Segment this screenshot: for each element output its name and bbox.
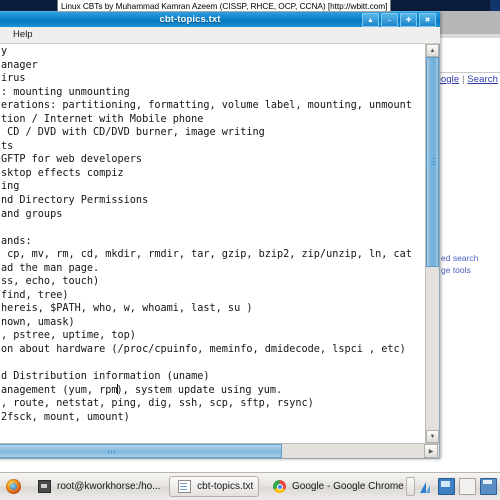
- google-link-separator: |: [461, 74, 465, 85]
- minimize-button[interactable]: –: [381, 13, 398, 27]
- horizontal-scroll-thumb[interactable]: [0, 444, 282, 458]
- text-line: ing: [1, 181, 20, 193]
- firefox-icon[interactable]: [5, 479, 21, 494]
- text-line: nown, umask): [1, 316, 75, 328]
- advanced-search-link[interactable]: ed search: [441, 252, 478, 264]
- text-line: , pstree, uptime, top): [1, 330, 136, 342]
- taskbar-item-terminal[interactable]: root@kworkhorse:/ho...: [30, 476, 163, 497]
- close-button[interactable]: ✖: [419, 13, 436, 27]
- text-line: cp, mv, rm, cd, mkdir, rmdir, tar, gzip,…: [1, 249, 412, 261]
- text-line: [0, 221, 425, 235]
- text-line: anager: [1, 59, 38, 71]
- taskbar-item-label: cbt-topics.txt: [197, 481, 254, 492]
- language-tools-link[interactable]: ge tools: [441, 264, 478, 276]
- scroll-thumb-grip: [431, 158, 436, 166]
- text-line: , route, netstat, ping, dig, ssh, scp, s…: [1, 398, 314, 410]
- scroll-right-button[interactable]: ▶: [424, 444, 438, 458]
- taskbar-item-chrome[interactable]: Google - Google Chrome: [265, 476, 406, 497]
- window-controls[interactable]: ▲ – ✚ ✖: [362, 13, 436, 27]
- recording-banner-text: Linux CBTs by Muhammad Kamran Azeem (CIS…: [61, 0, 388, 11]
- text-document-area[interactable]: y anager irus: mounting unmounting erations…: [0, 44, 425, 443]
- text-line: ad the man page.: [1, 262, 100, 274]
- taskbar[interactable]: root@kworkhorse:/ho... cbt-topics.txt Go…: [0, 472, 500, 500]
- text-line: 2fsck, mount, umount): [1, 411, 130, 423]
- taskbar-item-cbt-topics[interactable]: cbt-topics.txt: [169, 476, 259, 497]
- text-line: y: [1, 46, 8, 57]
- desktop-screen: oogle | Search ed search ge tools Image …: [0, 0, 500, 500]
- text-line: : mounting unmounting: [1, 86, 130, 98]
- scroll-down-button[interactable]: ▼: [426, 430, 439, 443]
- text-line: CD / DVD with CD/DVD burner, image writi…: [1, 127, 265, 139]
- text-file-icon: [178, 480, 192, 493]
- display-icon[interactable]: [438, 478, 455, 495]
- menu-bar[interactable]: h Options Help: [0, 27, 440, 44]
- window-title: cbt-topics.txt: [159, 14, 221, 25]
- scroll-up-button[interactable]: ▲: [426, 44, 439, 57]
- google-links-rule: [436, 72, 500, 73]
- menu-item-help[interactable]: Help: [6, 28, 40, 42]
- blank-panel-icon[interactable]: [459, 478, 476, 495]
- vertical-scroll-thumb[interactable]: [426, 57, 439, 267]
- text-line: d Distribution information (uname): [1, 371, 210, 383]
- taskbar-launcher[interactable]: [0, 479, 26, 494]
- text-line: ts: [1, 140, 14, 152]
- text-line: [0, 357, 425, 371]
- maximize-button[interactable]: ✚: [400, 13, 417, 27]
- system-tray[interactable]: [406, 477, 500, 496]
- text-line: ands:: [1, 235, 32, 247]
- taskbar-item-label: Google - Google Chrome: [292, 481, 404, 492]
- recording-banner-right-fill: [490, 0, 500, 11]
- text-line: hereis, $PATH, who, w, whoami, last, su …: [1, 303, 253, 315]
- text-caret: [116, 383, 118, 394]
- shade-button[interactable]: ▲: [362, 13, 379, 27]
- window-titlebar[interactable]: cbt-topics.txt ▲ – ✚ ✖: [0, 11, 440, 27]
- text-line: ss, echo, touch): [1, 276, 100, 288]
- vertical-scrollbar[interactable]: ▲ ▼: [425, 44, 439, 443]
- editor-body: y anager irus: mounting unmounting erations…: [0, 44, 440, 459]
- text-line: and groups: [1, 208, 63, 220]
- text-line: anagement (yum, rpm), system update usin…: [1, 383, 283, 396]
- google-side-links[interactable]: ed search ge tools: [441, 252, 478, 276]
- text-line: tion / Internet with Mobile phone: [1, 113, 204, 125]
- tray-separator-handle[interactable]: [406, 477, 415, 496]
- taskbar-window-list[interactable]: root@kworkhorse:/ho... cbt-topics.txt Go…: [26, 476, 406, 497]
- taskbar-item-label: root@kworkhorse:/ho...: [57, 481, 161, 492]
- wifi-signal-icon[interactable]: [419, 479, 434, 494]
- printer-icon[interactable]: [480, 478, 497, 495]
- google-top-links[interactable]: oogle | Search: [435, 74, 498, 85]
- text-line: erations: partitioning, formatting, volu…: [1, 100, 412, 112]
- google-search-link[interactable]: Search: [467, 74, 498, 85]
- text-editor-window[interactable]: cbt-topics.txt ▲ – ✚ ✖ h Options Help ya…: [0, 11, 440, 459]
- text-line: GFTP for web developers: [1, 154, 143, 166]
- text-line: nd Directory Permissions: [1, 195, 149, 207]
- text-line: find, tree): [1, 289, 69, 301]
- chrome-icon: [273, 480, 286, 493]
- text-line: on about hardware (/proc/cpuinfo, meminf…: [1, 344, 406, 356]
- terminal-icon: [38, 480, 51, 493]
- recording-banner-box: Linux CBTs by Muhammad Kamran Azeem (CIS…: [57, 0, 392, 12]
- vertical-scroll-track[interactable]: [426, 267, 439, 430]
- horizontal-scrollbar[interactable]: ▶: [0, 443, 439, 458]
- recording-banner-bar: Linux CBTs by Muhammad Kamran Azeem (CIS…: [0, 0, 500, 12]
- text-line: sktop effects compiz: [1, 167, 124, 179]
- text-line: irus: [1, 73, 26, 85]
- hscroll-thumb-grip: [107, 450, 117, 454]
